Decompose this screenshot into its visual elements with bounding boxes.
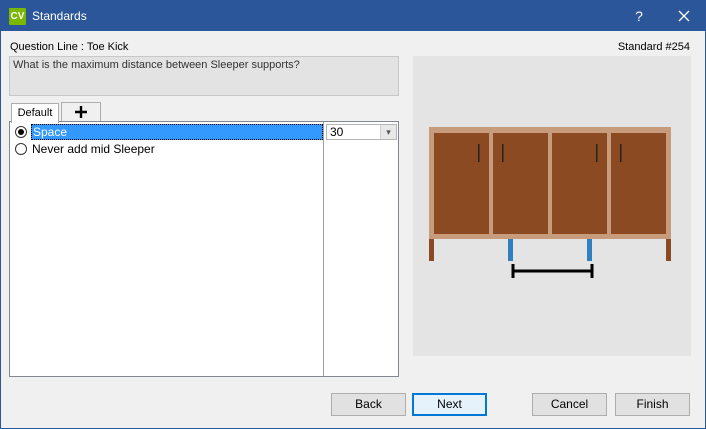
close-icon [678, 10, 690, 22]
option-never-add-label: Never add mid Sleeper [32, 142, 155, 156]
cabinet-leg [429, 239, 434, 261]
standards-dialog: CV Standards ? Question Line : Toe Kick … [0, 0, 706, 429]
door-handle [502, 144, 504, 162]
finish-button[interactable]: Finish [615, 393, 690, 416]
help-button[interactable]: ? [619, 1, 659, 31]
question-text: What is the maximum distance between Sle… [9, 56, 399, 96]
back-button[interactable]: Back [331, 393, 406, 416]
sleeper-support [587, 239, 592, 261]
chevron-down-icon[interactable]: ▾ [380, 125, 396, 139]
sleeper-support [508, 239, 513, 261]
option-space-label: Space [31, 124, 323, 140]
cabinet-door [611, 133, 666, 234]
add-tab-button[interactable] [61, 102, 101, 121]
option-space-radio[interactable] [15, 126, 27, 138]
close-button[interactable] [663, 1, 705, 31]
door-handle [620, 144, 622, 162]
option-space[interactable]: Space [13, 124, 323, 140]
preview-image [413, 56, 691, 356]
cabinet-door [552, 133, 607, 234]
question-line-label: Question Line : Toe Kick [10, 41, 129, 53]
next-button[interactable]: Next [412, 393, 487, 416]
tab-default[interactable]: Default [11, 103, 59, 123]
value-column-divider [323, 122, 324, 376]
cabinet-leg [666, 239, 671, 261]
option-never-add-mid-sleeper[interactable]: Never add mid Sleeper [13, 141, 323, 157]
cancel-button[interactable]: Cancel [532, 393, 607, 416]
option-never-add-radio[interactable] [15, 143, 27, 155]
standard-number: Standard #254 [617, 41, 690, 53]
cabinet-illustration [429, 127, 671, 278]
options-panel: Space Never add mid Sleeper 30 ▾ [9, 121, 399, 377]
door-handle [478, 144, 480, 162]
window-title: Standards [32, 9, 87, 23]
space-value: 30 [330, 125, 344, 139]
app-logo-icon: CV [9, 8, 26, 25]
cabinet-door [434, 133, 489, 234]
plus-icon [75, 106, 87, 118]
cabinet-door [493, 133, 548, 234]
door-handle [596, 144, 598, 162]
distance-indicator [511, 264, 594, 278]
title-bar: CV Standards ? [1, 1, 705, 31]
space-value-field[interactable]: 30 ▾ [326, 124, 397, 140]
